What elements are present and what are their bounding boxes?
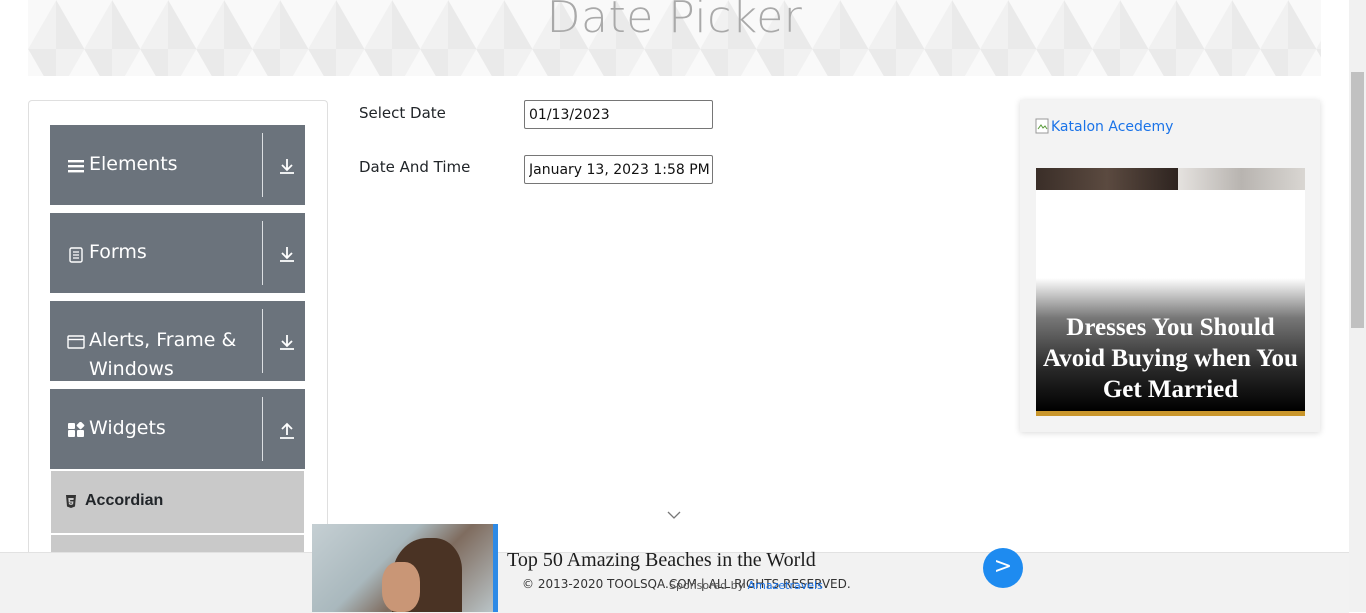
- ad-accent: [493, 524, 498, 612]
- sidebar-item-accordian[interactable]: Accordian: [51, 471, 304, 533]
- sidebar-group-widgets[interactable]: Widgets: [50, 389, 305, 469]
- form-icon: [69, 247, 83, 263]
- sidebar-group-forms[interactable]: Forms: [50, 213, 305, 293]
- ad-accent-bar: [1036, 411, 1305, 416]
- ad-thumbnail-figure: [382, 562, 420, 612]
- ad-card[interactable]: Dresses You Should Avoid Buying when You…: [1036, 168, 1305, 416]
- left-panel: Elements Forms Alerts, Frame & Windows W…: [28, 100, 328, 560]
- broken-image-icon: [1035, 118, 1049, 134]
- ad-photo-left: [1036, 168, 1178, 190]
- chevron-down-icon[interactable]: [666, 510, 682, 520]
- scrollbar-thumb[interactable]: [1351, 72, 1364, 328]
- ad-headline: Dresses You Should Avoid Buying when You…: [1043, 314, 1298, 403]
- download-arrow-icon[interactable]: [277, 244, 297, 264]
- divider: [262, 397, 263, 461]
- widgets-icon: [68, 422, 85, 437]
- sponsor-brand[interactable]: Amazetravels: [748, 579, 823, 592]
- download-arrow-icon[interactable]: [277, 332, 297, 352]
- divider: [262, 221, 263, 285]
- download-arrow-icon[interactable]: [277, 156, 297, 176]
- divider: [262, 133, 263, 197]
- ad-photo-right: [1178, 168, 1305, 190]
- ad-go-button[interactable]: >: [983, 548, 1023, 588]
- window-icon: [67, 335, 85, 349]
- page-title: Date Picker: [546, 0, 803, 43]
- vertical-scrollbar[interactable]: [1349, 0, 1366, 612]
- hamburger-icon: [68, 160, 84, 173]
- upload-arrow-icon[interactable]: [277, 420, 297, 440]
- sidebar-group-alerts[interactable]: Alerts, Frame & Windows: [50, 301, 305, 381]
- sidebar-item-label: Accordian: [85, 492, 164, 509]
- sidebar-group-label: Elements: [89, 153, 178, 175]
- sidebar-group-elements[interactable]: Elements: [50, 125, 305, 205]
- page-banner: Date Picker: [28, 0, 1321, 76]
- divider: [262, 309, 263, 373]
- html5-icon: [66, 495, 76, 508]
- select-date-input[interactable]: [524, 100, 713, 129]
- sidebar-group-label: Forms: [89, 241, 147, 263]
- sidebar-group-label: Alerts, Frame & Windows: [89, 329, 237, 380]
- date-time-label: Date And Time: [359, 158, 471, 176]
- sidebar-group-label: Widgets: [89, 417, 166, 439]
- ad-thumbnail: [312, 524, 493, 612]
- date-time-input[interactable]: [524, 155, 713, 184]
- bottom-ad-banner[interactable]: Top 50 Amazing Beaches in the World Spon…: [312, 524, 1032, 612]
- select-date-label: Select Date: [359, 104, 446, 122]
- ad-sponsor: Sponsored by Amazetravels: [669, 579, 823, 592]
- ad-sidebar: Katalon Acedemy Dresses You Should Avoid…: [1020, 100, 1320, 432]
- ad-photo: [1036, 168, 1305, 190]
- ad-title[interactable]: Top 50 Amazing Beaches in the World: [507, 549, 816, 572]
- sponsor-prefix: Sponsored by: [669, 579, 745, 592]
- katalon-academy-link[interactable]: Katalon Acedemy: [1051, 119, 1173, 135]
